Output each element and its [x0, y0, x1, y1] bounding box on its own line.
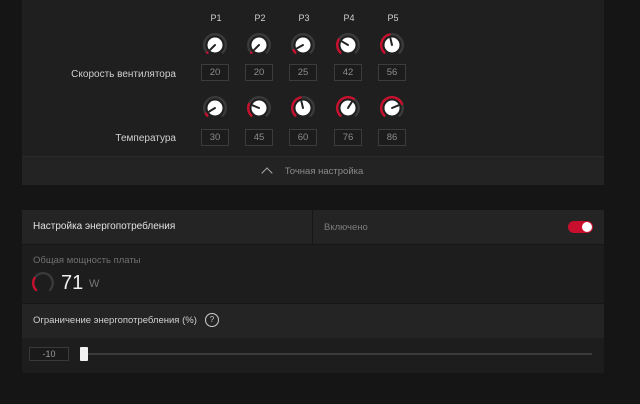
header-divider — [312, 210, 313, 244]
fan-speed-value-1[interactable]: 20 — [201, 64, 229, 81]
temperature-value-4[interactable]: 76 — [334, 129, 362, 146]
temperature-knob-4[interactable] — [335, 95, 361, 121]
fan-speed-label: Скорость вентилятора — [71, 69, 176, 80]
board-power-label: Общая мощность платы — [33, 255, 141, 266]
power-limit-slider-track[interactable] — [84, 353, 592, 355]
board-power-value: 71 — [61, 272, 84, 294]
temperature-value-3[interactable]: 60 — [289, 129, 317, 146]
power-limit-title: Ограничение энергопотребления (%) — [33, 315, 197, 326]
fan-speed-knob-4[interactable] — [335, 32, 361, 58]
fan-speed-knob-5[interactable] — [379, 32, 405, 58]
power-limit-slider-thumb[interactable] — [80, 347, 88, 361]
power-tuning-status: Включено — [324, 222, 368, 233]
fan-speed-knob-1[interactable] — [202, 32, 228, 58]
temperature-knob-2[interactable] — [246, 95, 272, 121]
chevron-up-icon — [261, 167, 273, 179]
temperature-label: Температура — [115, 133, 176, 144]
temperature-value-2[interactable]: 45 — [245, 129, 273, 146]
temperature-value-5[interactable]: 86 — [378, 129, 406, 146]
power-limit-header: Ограничение энергопотребления (%) ? — [22, 303, 604, 338]
point-header-p3: P3 — [298, 13, 310, 23]
power-limit-value-field[interactable]: -10 — [29, 347, 69, 361]
fan-speed-value-4[interactable]: 42 — [334, 64, 362, 81]
point-header-p1: P1 — [210, 13, 222, 23]
help-icon[interactable]: ? — [205, 313, 219, 327]
temperature-value-1[interactable]: 30 — [201, 129, 229, 146]
point-header-p2: P2 — [254, 13, 266, 23]
point-header-p5: P5 — [387, 13, 399, 23]
point-header-p4: P4 — [343, 13, 355, 23]
power-tuning-toggle[interactable] — [568, 221, 593, 233]
power-tuning-panel: Настройка энергопотребления Включено Общ… — [22, 210, 604, 373]
temperature-knob-3[interactable] — [290, 95, 316, 121]
fan-speed-knob-2[interactable] — [246, 32, 272, 58]
power-tuning-header: Настройка энергопотребления Включено — [22, 210, 604, 245]
fine-tune-toggle[interactable]: Точная настройка — [22, 156, 604, 185]
fan-speed-value-3[interactable]: 25 — [289, 64, 317, 81]
toggle-thumb — [582, 222, 592, 232]
temperature-knob-1[interactable] — [202, 95, 228, 121]
fan-speed-value-2[interactable]: 20 — [245, 64, 273, 81]
fine-tune-label: Точная настройка — [284, 165, 364, 177]
power-tuning-title: Настройка энергопотребления — [33, 221, 176, 232]
board-power-unit: W — [89, 278, 100, 290]
temperature-knob-5[interactable] — [379, 95, 405, 121]
fan-speed-knob-3[interactable] — [290, 32, 316, 58]
board-power-gauge-icon — [31, 271, 55, 295]
fan-speed-value-5[interactable]: 56 — [378, 64, 406, 81]
fan-curve-panel: P1 P2 P3 P4 P5 Скорость вентилятора 20 20 25 42 56… — [22, 0, 604, 185]
